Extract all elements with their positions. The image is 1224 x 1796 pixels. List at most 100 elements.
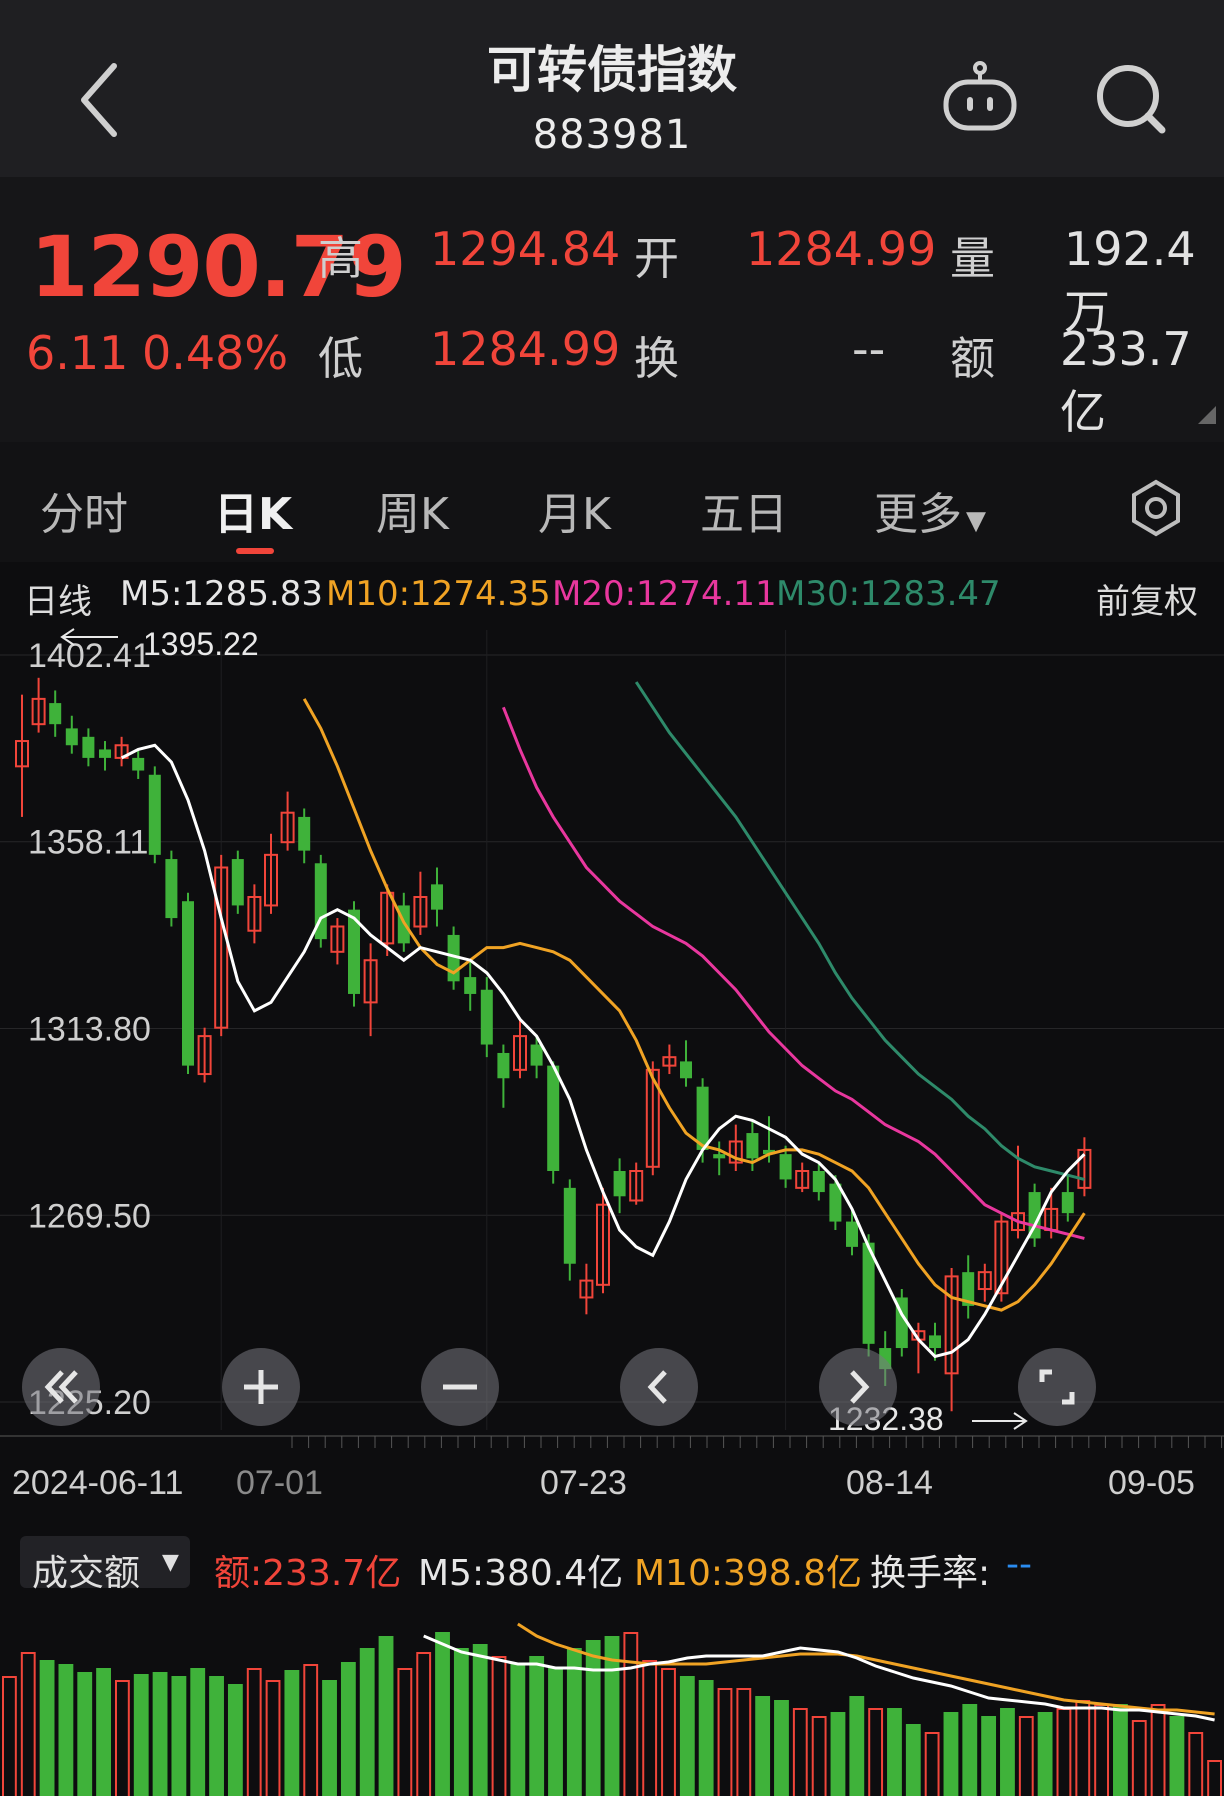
ma20-value: M20:1274.11 <box>552 574 777 614</box>
volume-bar <box>340 1662 356 1796</box>
fullscreen-icon <box>1039 1369 1075 1405</box>
turnover-label: 换 <box>634 332 680 385</box>
volume-bar <box>171 1676 187 1796</box>
settings-icon[interactable] <box>1126 478 1186 538</box>
candle-body <box>464 977 477 994</box>
max-annotation: 1395.22 <box>143 626 259 662</box>
tab-daily-k[interactable]: 日K <box>214 478 292 542</box>
open-label: 开 <box>634 232 680 285</box>
candle-body <box>49 703 62 725</box>
fullscreen-button[interactable] <box>1018 1348 1096 1426</box>
volume-bar <box>58 1664 74 1796</box>
tab-more-label: 更多 <box>874 489 962 540</box>
volume-bar <box>1056 1708 1072 1796</box>
robot-icon[interactable] <box>940 58 1020 138</box>
volume-bar <box>623 1632 639 1796</box>
volume-bar <box>77 1672 93 1796</box>
zoom-in-button[interactable] <box>222 1348 300 1426</box>
candle-body <box>713 1154 726 1159</box>
turnover-rate-label: 换手率: <box>870 1553 991 1594</box>
candle-body <box>779 1154 792 1180</box>
tab-intraday[interactable]: 分时 <box>40 478 128 542</box>
volume-bar <box>416 1652 432 1796</box>
tab-weekly-k[interactable]: 周K <box>376 478 449 542</box>
ma10-value: M10:1274.35 <box>326 574 551 614</box>
price-change: 6.11 <box>26 326 129 380</box>
candle-body <box>132 757 145 771</box>
volume-bar <box>698 1680 714 1796</box>
zoom-out-button[interactable] <box>421 1348 499 1426</box>
volume-bar <box>792 1708 808 1796</box>
page-title: 可转债指数 <box>487 41 737 99</box>
volume-bar <box>472 1644 488 1796</box>
volume-bar <box>491 1656 507 1796</box>
volume-bar <box>774 1700 789 1796</box>
volume-bar <box>114 1680 130 1796</box>
volume-bar <box>717 1688 733 1796</box>
open-value: 1284.99 <box>746 222 937 276</box>
volume-bar <box>1150 1704 1166 1796</box>
search-icon[interactable] <box>1092 60 1172 140</box>
price-change-percent: 0.48% <box>142 326 289 380</box>
candle-body <box>148 774 161 855</box>
caret-down-icon: ▼ <box>966 506 986 536</box>
ma-legend: 日线 M5:1285.83 M10:1274.35 M20:1274.11 M3… <box>0 570 1224 622</box>
candle-body <box>563 1187 576 1264</box>
volume-bar <box>209 1676 224 1796</box>
volume-bar <box>1037 1712 1053 1796</box>
expand-corner-icon[interactable] <box>1198 406 1216 424</box>
candle-body <box>1061 1192 1074 1214</box>
volume-bar <box>661 1668 676 1796</box>
x-tick-label: 08-14 <box>846 1464 933 1502</box>
tab-more[interactable]: 更多 ▼ <box>874 478 986 542</box>
ma5-value: M5:1285.83 <box>120 574 324 614</box>
volume-bar <box>20 1652 36 1796</box>
candle-body <box>182 901 194 1066</box>
amount-label: 额 <box>950 332 996 385</box>
volume-chart[interactable] <box>0 1596 1224 1796</box>
active-tab-indicator <box>236 548 274 554</box>
period-tabs <box>0 442 1224 562</box>
volume-bar <box>1094 1704 1110 1796</box>
high-label: 高 <box>318 232 364 285</box>
volume-bar <box>152 1672 168 1796</box>
volume-bars <box>2 1632 1222 1796</box>
candle-body <box>680 1061 692 1079</box>
x-tick-label: 09-05 <box>1108 1464 1195 1502</box>
candle-body <box>497 1052 510 1079</box>
low-label: 低 <box>318 332 364 385</box>
volume-legend: 成交额 ▼ 额:233.7亿 M5:380.4亿 M10:398.8亿 换手率:… <box>0 1530 1224 1596</box>
volume-bar <box>1018 1716 1034 1796</box>
tab-five-day[interactable]: 五日 <box>700 478 788 542</box>
volume-bar <box>943 1712 959 1796</box>
volume-bar <box>548 1668 563 1796</box>
volume-m10: M10:398.8亿 <box>634 1553 863 1594</box>
candle-body <box>298 816 311 851</box>
jump-start-button[interactable] <box>22 1348 100 1426</box>
candle-body <box>547 1065 560 1171</box>
candle-body <box>99 749 111 758</box>
volume-bar <box>642 1660 658 1796</box>
minus-icon <box>443 1384 477 1390</box>
volume-bar <box>736 1688 752 1796</box>
volume-bar <box>679 1676 695 1796</box>
volume-bar <box>1000 1708 1015 1796</box>
candle-body <box>929 1335 941 1349</box>
high-value: 1294.84 <box>430 222 621 276</box>
volume-bar <box>755 1696 771 1796</box>
volume-bar <box>322 1680 337 1796</box>
volume-bar <box>359 1648 375 1796</box>
y-tick-label: 1313.80 <box>28 1011 151 1049</box>
volume-bar <box>510 1664 526 1796</box>
index-code: 883981 <box>532 112 692 158</box>
volume-bar <box>887 1708 902 1796</box>
tab-monthly-k[interactable]: 月K <box>538 478 611 542</box>
turnover-rate-value: -- <box>1006 1544 1032 1585</box>
indicator-selector[interactable]: 成交额 ▼ <box>20 1536 190 1594</box>
volume-bar <box>2 1676 17 1796</box>
candle-body <box>812 1170 825 1193</box>
scroll-right-button[interactable] <box>819 1348 897 1426</box>
volume-bar <box>265 1680 281 1796</box>
volume-bar <box>246 1668 262 1796</box>
scroll-left-button[interactable] <box>620 1348 698 1426</box>
